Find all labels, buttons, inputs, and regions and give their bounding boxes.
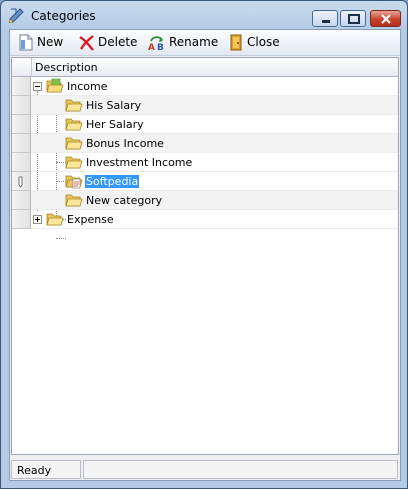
new-document-icon xyxy=(19,34,33,50)
collapse-toggle[interactable] xyxy=(33,82,42,91)
minimize-icon xyxy=(322,20,330,23)
categories-tree-grid[interactable]: Description Income His Salary Her Salary… xyxy=(11,57,399,455)
rename-label: Rename xyxy=(169,35,219,49)
tree-label-edit-field[interactable]: Softpedia xyxy=(85,175,140,188)
tree-row-income[interactable]: Income xyxy=(31,77,398,96)
new-label: New xyxy=(37,35,64,49)
maximize-icon xyxy=(348,14,360,24)
row-indicator[interactable] xyxy=(12,134,31,153)
tree-row-bonus-income[interactable]: Bonus Income xyxy=(31,134,398,153)
column-header-description[interactable]: Description xyxy=(31,58,398,77)
folder-icon xyxy=(65,99,83,112)
row-indicator[interactable] xyxy=(12,191,31,210)
tree-row-expense[interactable]: Expense xyxy=(31,210,398,229)
tree-label: Investment Income xyxy=(86,156,193,169)
pencil-ruler-icon xyxy=(8,8,24,23)
row-indicator[interactable] xyxy=(12,96,31,115)
rename-button[interactable]: A B Rename xyxy=(148,32,218,52)
tree-label: Expense xyxy=(67,213,114,226)
close-label: Close xyxy=(247,35,280,49)
close-button[interactable]: Close xyxy=(228,32,280,52)
svg-text:B: B xyxy=(157,43,164,51)
row-indicator[interactable] xyxy=(12,210,31,229)
close-icon xyxy=(381,14,391,24)
folder-icon xyxy=(65,137,83,150)
tree-label: New category xyxy=(86,194,163,207)
categories-window: Categories New Delete A B Rename Close D… xyxy=(0,0,408,489)
delete-label: Delete xyxy=(98,35,138,49)
tree-label: Income xyxy=(67,80,108,93)
folder-icon xyxy=(65,156,83,169)
status-bar: Ready xyxy=(10,458,400,480)
expand-toggle[interactable] xyxy=(33,215,42,224)
svg-text:A: A xyxy=(148,43,155,51)
tree-row-new-category[interactable]: New category xyxy=(31,191,398,210)
folder-icon xyxy=(46,213,64,226)
maximize-button[interactable] xyxy=(340,10,366,27)
column-header-label: Description xyxy=(35,61,98,74)
delete-button[interactable]: Delete xyxy=(78,32,137,52)
tree-label: Bonus Income xyxy=(86,137,164,150)
new-button[interactable]: New xyxy=(18,32,63,52)
folder-open-icon xyxy=(46,78,64,93)
tree-row-softpedia[interactable]: Softpedia xyxy=(31,172,398,191)
status-pane-main: Ready xyxy=(11,460,81,479)
minimize-button[interactable] xyxy=(312,10,338,27)
folder-edit-icon xyxy=(65,175,83,189)
row-indicator[interactable] xyxy=(12,153,31,172)
client-area: New Delete A B Rename Close Description … xyxy=(9,29,401,481)
door-icon xyxy=(230,34,242,50)
tree-row-her-salary[interactable]: Her Salary xyxy=(31,115,398,134)
row-indicator[interactable] xyxy=(12,115,31,134)
row-indicator[interactable] xyxy=(12,77,31,96)
tree-label: Her Salary xyxy=(86,118,144,131)
rename-icon: A B xyxy=(148,35,164,51)
tree-label: His Salary xyxy=(86,99,142,112)
tree-row-his-salary[interactable]: His Salary xyxy=(31,96,398,115)
pencil-edit-icon xyxy=(18,176,23,188)
window-title: Categories xyxy=(31,9,96,23)
row-indicator-editing[interactable] xyxy=(12,172,31,191)
delete-icon xyxy=(79,34,94,51)
folder-icon xyxy=(65,194,83,207)
folder-icon xyxy=(65,118,83,131)
tree-connector xyxy=(56,238,66,239)
grid-corner xyxy=(12,58,31,77)
status-pane-secondary xyxy=(83,460,398,479)
toolbar: New Delete A B Rename Close xyxy=(10,30,400,56)
title-bar[interactable]: Categories xyxy=(1,1,407,29)
tree-row-investment-income[interactable]: Investment Income xyxy=(31,153,398,172)
status-text: Ready xyxy=(17,464,52,477)
close-window-button[interactable] xyxy=(370,10,401,27)
